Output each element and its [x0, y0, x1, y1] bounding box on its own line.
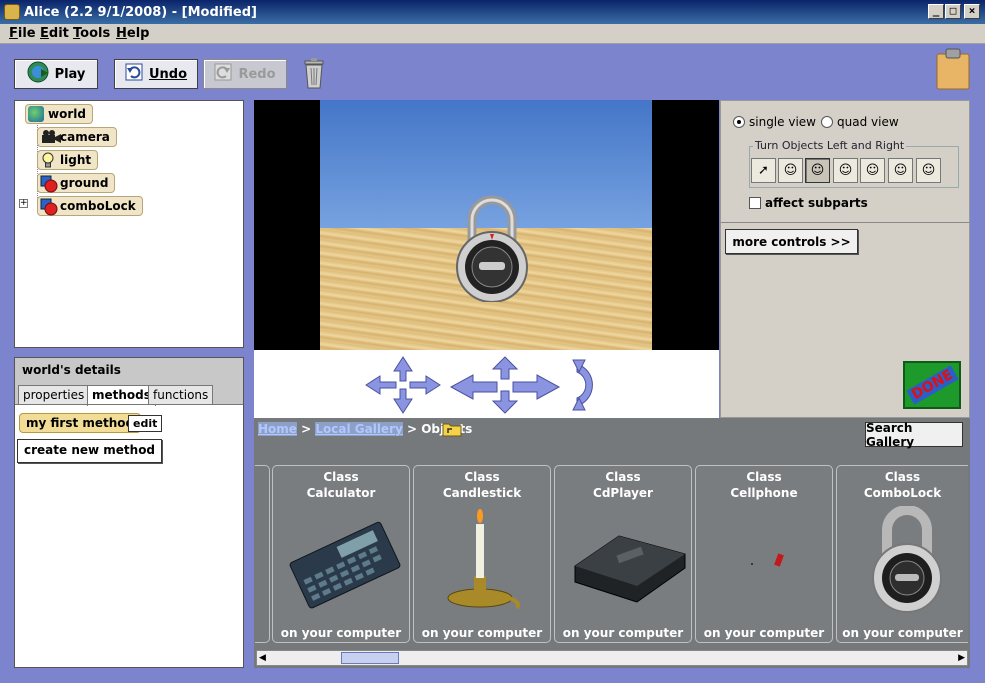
ground-object-icon: [40, 175, 58, 193]
menu-help[interactable]: Help: [116, 26, 149, 41]
tree-node-ground[interactable]: ground: [37, 173, 116, 193]
gallery-card-calculator[interactable]: Class Calculator on your computer: [272, 465, 410, 643]
details-title: world's details: [22, 363, 121, 377]
more-controls-button[interactable]: more controls >>: [725, 229, 858, 254]
view-options-panel: single view quad view Turn Objects Left …: [720, 100, 970, 418]
quad-view-radio[interactable]: [821, 116, 833, 128]
candlestick-thumbnail-icon: [414, 506, 550, 616]
gallery-card-cdplayer[interactable]: Class CdPlayer on your computer: [554, 465, 692, 643]
search-gallery-button[interactable]: Search Gallery: [865, 421, 963, 449]
breadcrumb-home[interactable]: Home: [258, 422, 297, 436]
scrollbar-thumb[interactable]: [341, 652, 399, 664]
object-gallery: Home > Local Gallery > Objects Search Ga…: [254, 418, 970, 668]
trash-icon[interactable]: [302, 58, 326, 93]
tab-properties[interactable]: properties: [18, 385, 90, 405]
menu-file[interactable]: File: [9, 26, 36, 41]
combolock-thumbnail-icon: [837, 505, 968, 616]
tree-node-camera[interactable]: camera: [37, 127, 117, 147]
undo-icon: [125, 63, 143, 85]
redo-label: Redo: [238, 66, 276, 82]
clipboard-icon[interactable]: [936, 48, 970, 93]
lightbulb-icon: [40, 152, 56, 168]
card-name: Candlestick: [442, 486, 522, 500]
cellphone-thumbnail-icon: [696, 506, 832, 616]
maximize-button[interactable]: □: [945, 4, 961, 19]
card-name: Calculator: [306, 486, 376, 500]
details-panel: world's details properties methods funct…: [14, 357, 244, 668]
minimize-button[interactable]: _: [928, 4, 944, 19]
tab-functions[interactable]: functions: [148, 385, 214, 405]
rotate-camera-arrows-icon[interactable]: [571, 354, 607, 419]
edit-method-button[interactable]: edit: [128, 415, 163, 432]
copy-object-icon[interactable]: ☺: [916, 158, 941, 183]
card-name: CdPlayer: [593, 486, 653, 500]
create-new-method-button[interactable]: create new method: [17, 439, 163, 463]
menu-edit[interactable]: Edit: [40, 26, 69, 41]
combolock-3d-model[interactable]: [450, 192, 534, 305]
cdplayer-thumbnail-icon: [555, 506, 691, 616]
title-bar: Alice (2.2 9/1/2008) - [Modified] _ □ ×: [0, 0, 985, 24]
camera-icon: [40, 129, 61, 145]
tab-divider: [15, 404, 243, 405]
expand-toggle-icon[interactable]: +: [19, 199, 28, 208]
tumble-icon[interactable]: ☺: [860, 158, 885, 183]
resize-icon[interactable]: ☺: [888, 158, 913, 183]
calculator-thumbnail-icon: [273, 506, 409, 616]
card-name: ComboLock: [863, 486, 942, 500]
partial-card: [255, 465, 270, 643]
tab-methods[interactable]: methods: [87, 385, 156, 406]
gallery-scrollbar[interactable]: ◀ ▶: [256, 650, 968, 666]
close-button[interactable]: ×: [964, 4, 980, 19]
scroll-left-icon[interactable]: ◀: [259, 653, 266, 663]
gallery-card-cellphone[interactable]: Class Cellphone on your computer: [695, 465, 833, 643]
combolock-object-icon: [40, 198, 58, 216]
menu-bar: File Edit Tools Help: [0, 24, 985, 44]
single-view-radio[interactable]: [733, 116, 745, 128]
breadcrumb-local-gallery[interactable]: Local Gallery: [315, 422, 403, 436]
gallery-card-candlestick[interactable]: Class Candlestick on your computer: [413, 465, 551, 643]
folder-up-icon[interactable]: [442, 421, 462, 440]
undo-label: Undo: [148, 66, 188, 82]
menu-tools[interactable]: Tools: [73, 26, 110, 41]
camera-controls: [254, 350, 719, 418]
done-label: DONE: [905, 365, 959, 405]
tree-node-combolock[interactable]: comboLock: [37, 196, 143, 216]
gallery-breadcrumb: Home > Local Gallery > Objects: [258, 422, 472, 436]
tilt-camera-arrows-icon[interactable]: [449, 355, 561, 418]
play-icon: [27, 61, 49, 87]
gallery-card-combolock[interactable]: Class ComboLock on your computer: [836, 465, 968, 643]
single-view-label: single view: [749, 115, 816, 129]
turn-forward-backward-icon[interactable]: ☺: [833, 158, 858, 183]
done-button[interactable]: DONE: [903, 361, 961, 409]
undo-button[interactable]: Undo: [114, 59, 198, 89]
window-title: Alice (2.2 9/1/2008) - [Modified]: [24, 5, 257, 20]
redo-icon: [214, 63, 232, 85]
move-up-down-icon[interactable]: ☺: [778, 158, 803, 183]
play-label: Play: [54, 66, 86, 82]
pointer-arrow-icon[interactable]: ➚: [751, 158, 776, 183]
tree-node-light[interactable]: light: [37, 150, 99, 170]
scroll-right-icon[interactable]: ▶: [958, 653, 965, 663]
object-tree: world camera light ground + comboLock: [14, 100, 244, 348]
redo-button[interactable]: Redo: [203, 59, 287, 89]
play-button[interactable]: Play: [14, 59, 98, 89]
method-my-first-method[interactable]: my first method: [19, 413, 142, 433]
card-name: Cellphone: [730, 486, 798, 500]
turn-left-right-icon[interactable]: ☺: [805, 158, 830, 183]
affect-subparts-label: affect subparts: [765, 196, 868, 210]
globe-icon: [28, 106, 44, 122]
quad-view-label: quad view: [837, 115, 899, 129]
divider: [721, 222, 969, 223]
tree-node-world[interactable]: world: [25, 104, 93, 124]
mouse-mode-label: Turn Objects Left and Right: [753, 139, 907, 152]
move-camera-arrows-icon[interactable]: [364, 355, 442, 418]
alice-app-icon: [4, 4, 20, 20]
world-view[interactable]: [254, 100, 719, 350]
affect-subparts-checkbox[interactable]: [749, 197, 761, 209]
details-header: world's details properties methods funct…: [15, 358, 243, 406]
